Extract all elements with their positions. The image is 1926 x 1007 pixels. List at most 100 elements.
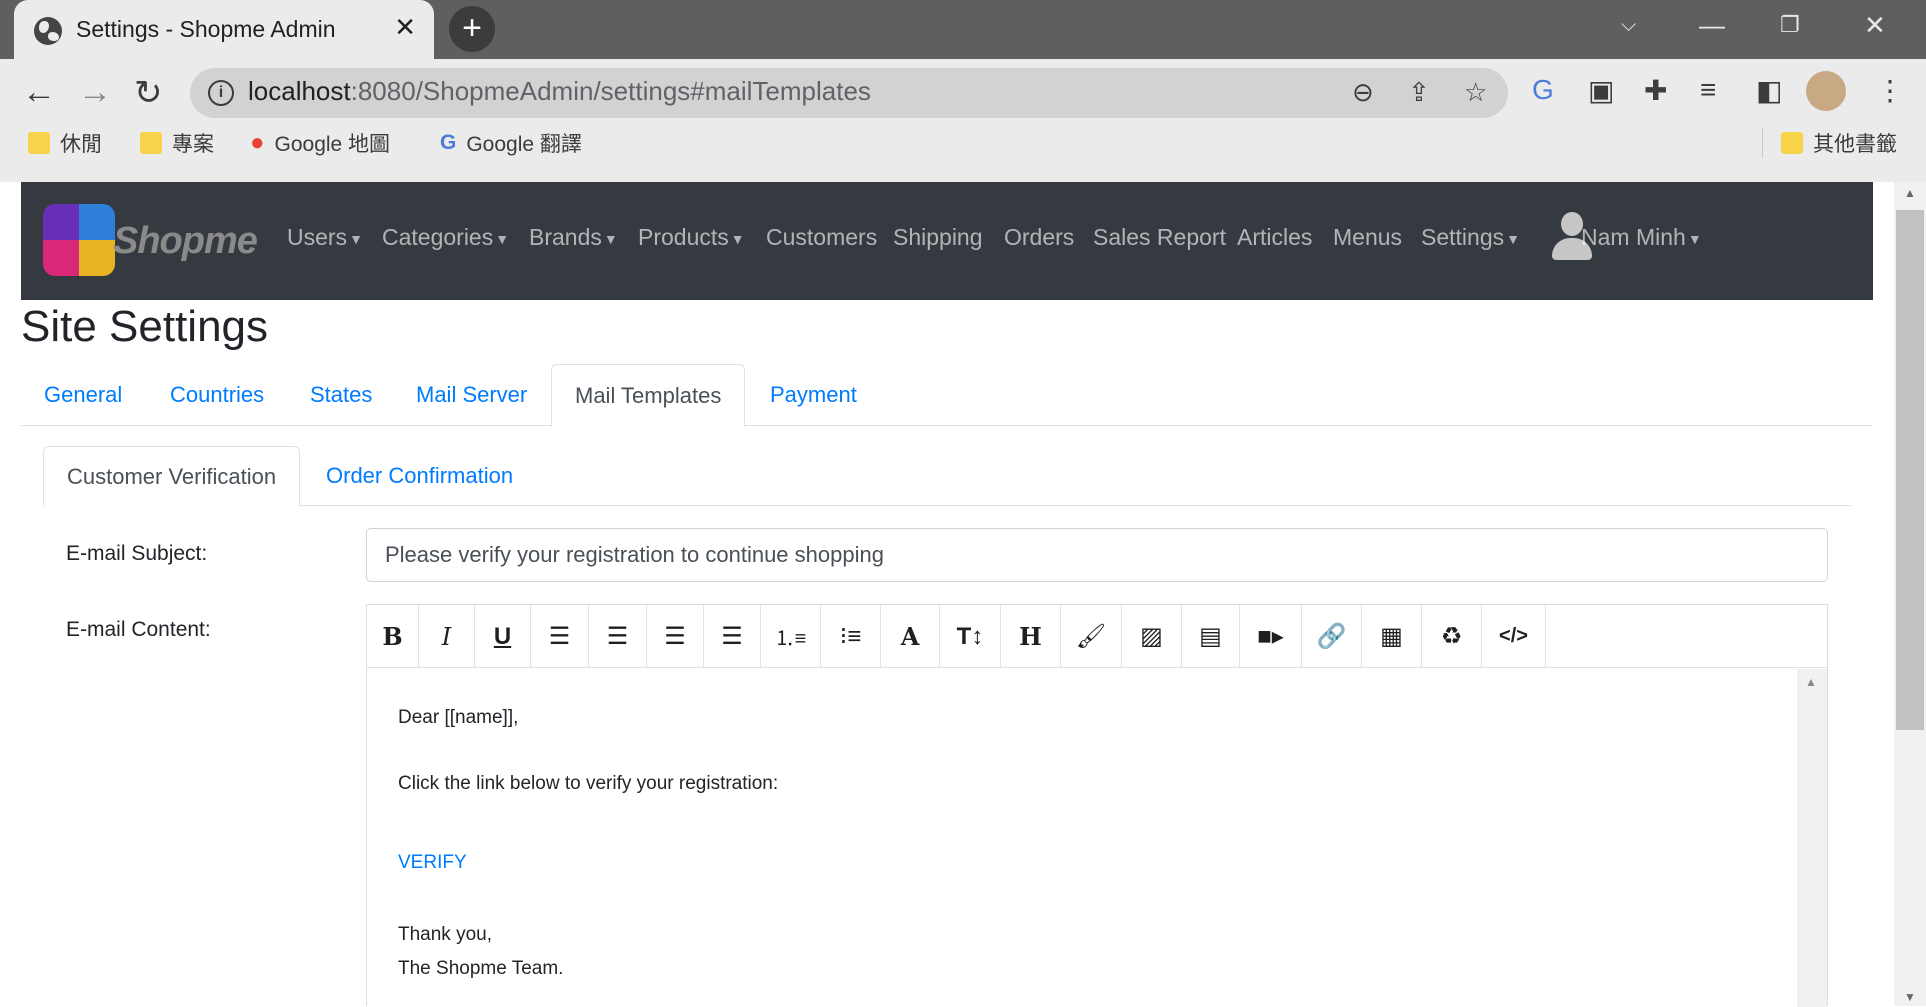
reload-icon[interactable]: ↻ bbox=[134, 73, 163, 113]
nav-menus[interactable]: Menus bbox=[1333, 224, 1402, 251]
bookmark-label: 其他書籤 bbox=[1813, 133, 1897, 156]
code-icon[interactable]: </> bbox=[1482, 605, 1546, 668]
minimize-icon[interactable]: — bbox=[1699, 10, 1725, 41]
nav-orders[interactable]: Orders bbox=[1004, 224, 1074, 251]
nav-sales-report[interactable]: Sales Report bbox=[1093, 224, 1226, 251]
video-icon[interactable]: ■▸ bbox=[1240, 605, 1302, 668]
file-icon[interactable]: ▤ bbox=[1182, 605, 1240, 668]
email-greeting: Dear [[name]], bbox=[398, 707, 519, 728]
tab-mail-templates[interactable]: Mail Templates bbox=[551, 364, 746, 427]
tab-search-icon[interactable]: ⌵ bbox=[1621, 14, 1636, 37]
nav-user-menu[interactable]: Nam Minh ▼ bbox=[1581, 224, 1702, 251]
bookmark-google-translate[interactable]: G Google 翻譯 bbox=[440, 128, 582, 158]
reading-list-icon[interactable]: ≡ bbox=[1700, 74, 1716, 106]
scroll-up-icon[interactable]: ▲ bbox=[1805, 675, 1817, 689]
verify-link[interactable]: VERIFY bbox=[398, 852, 467, 874]
back-icon[interactable]: ← bbox=[22, 73, 56, 112]
align-right-icon[interactable]: ☰ bbox=[647, 605, 704, 668]
italic-icon[interactable]: I bbox=[419, 605, 475, 668]
justify-icon[interactable]: ☰ bbox=[704, 605, 761, 668]
underline-icon[interactable]: U bbox=[475, 605, 531, 668]
new-tab-button[interactable]: + bbox=[449, 6, 495, 52]
translate-icon: G bbox=[440, 131, 457, 154]
unordered-list-icon[interactable]: ⁝≡ bbox=[821, 605, 881, 668]
align-center-icon[interactable]: ☰ bbox=[589, 605, 647, 668]
shopme-logo-icon[interactable] bbox=[43, 204, 115, 276]
email-signature: The Shopme Team. bbox=[398, 958, 564, 979]
heading-icon[interactable]: H bbox=[1001, 605, 1061, 668]
scrollbar-thumb[interactable] bbox=[1896, 210, 1924, 730]
line-extension-icon[interactable]: ▣ bbox=[1588, 74, 1614, 107]
bookmark-label: 休閒 bbox=[60, 133, 102, 156]
scroll-down-icon[interactable]: ▼ bbox=[1904, 990, 1916, 1004]
text-height-icon[interactable]: T↕ bbox=[940, 605, 1001, 668]
bookmark-label: Google 翻譯 bbox=[466, 133, 582, 156]
nav-categories[interactable]: Categories ▼ bbox=[382, 224, 509, 251]
bookmark-label: Google 地圖 bbox=[274, 133, 391, 156]
scroll-up-icon[interactable]: ▲ bbox=[1904, 186, 1916, 200]
editor-content[interactable]: Dear [[name]], Click the link below to v… bbox=[367, 669, 1827, 1007]
menu-dots-icon[interactable]: ⋮ bbox=[1876, 74, 1904, 107]
google-translate-icon[interactable]: G bbox=[1532, 74, 1554, 106]
extensions-puzzle-icon[interactable]: ✚ bbox=[1644, 74, 1667, 107]
forward-icon[interactable]: → bbox=[78, 73, 112, 112]
rich-text-editor: B I U ☰ ☰ ☰ ☰ ⒈≡ ⁝≡ A T↕ H 🖌 ▨ ▤ ■▸ 🔗 ▦ … bbox=[366, 604, 1828, 1007]
side-panel-icon[interactable]: ◧ bbox=[1756, 74, 1782, 107]
font-icon[interactable]: A bbox=[881, 605, 940, 668]
nav-articles[interactable]: Articles bbox=[1237, 224, 1312, 251]
tab-general[interactable]: General bbox=[21, 364, 145, 426]
link-icon[interactable]: 🔗 bbox=[1302, 605, 1362, 668]
tab-states[interactable]: States bbox=[287, 364, 395, 426]
nav-shipping[interactable]: Shipping bbox=[893, 224, 983, 251]
mail-template-tabs: Customer Verification Order Confirmation bbox=[43, 446, 1851, 507]
editor-scrollbar[interactable]: ▲ bbox=[1797, 669, 1827, 1007]
email-content-label: E-mail Content: bbox=[66, 618, 211, 641]
tab-customer-verification[interactable]: Customer Verification bbox=[43, 446, 301, 507]
editor-toolbar: B I U ☰ ☰ ☰ ☰ ⒈≡ ⁝≡ A T↕ H 🖌 ▨ ▤ ■▸ 🔗 ▦ … bbox=[367, 605, 1827, 668]
info-icon[interactable]: i bbox=[208, 80, 234, 106]
address-bar[interactable]: i localhost:8080/ShopmeAdmin/settings#ma… bbox=[190, 68, 1508, 118]
browser-tabstrip: Settings - Shopme Admin ✕ + ⌵ — ❐ ✕ bbox=[0, 0, 1926, 59]
email-thanks: Thank you, bbox=[398, 924, 492, 945]
bookmark-label: 專案 bbox=[172, 133, 214, 156]
email-subject-input[interactable]: Please verify your registration to conti… bbox=[366, 528, 1828, 582]
close-tab-icon[interactable]: ✕ bbox=[394, 12, 416, 43]
email-subject-label: E-mail Subject: bbox=[66, 542, 208, 565]
map-pin-icon: ● bbox=[250, 129, 265, 156]
nav-brands[interactable]: Brands ▼ bbox=[529, 224, 618, 251]
close-window-icon[interactable]: ✕ bbox=[1864, 10, 1886, 41]
brand-text[interactable]: Shopme bbox=[113, 220, 258, 263]
star-icon[interactable]: ☆ bbox=[1464, 77, 1487, 108]
bookmark-leisure[interactable]: 休閒 bbox=[28, 128, 102, 158]
table-icon[interactable]: ▦ bbox=[1362, 605, 1422, 668]
nav-users[interactable]: Users ▼ bbox=[287, 224, 363, 251]
browser-toolbar: ← → ↻ i localhost:8080/ShopmeAdmin/setti… bbox=[0, 59, 1926, 182]
email-instruction: Click the link below to verify your regi… bbox=[398, 773, 779, 794]
url-text[interactable]: localhost:8080/ShopmeAdmin/settings#mail… bbox=[248, 76, 871, 107]
paint-brush-icon[interactable]: 🖌 bbox=[1061, 605, 1122, 668]
image-icon[interactable]: ▨ bbox=[1122, 605, 1182, 668]
nav-customers[interactable]: Customers bbox=[766, 224, 877, 251]
page-scrollbar[interactable]: ▲ ▼ bbox=[1894, 182, 1926, 1006]
browser-tab[interactable]: Settings - Shopme Admin ✕ bbox=[14, 0, 434, 59]
folder-icon bbox=[1781, 132, 1803, 154]
bookmark-other[interactable]: 其他書籤 bbox=[1762, 128, 1897, 158]
profile-avatar[interactable] bbox=[1806, 71, 1846, 111]
zoom-out-icon[interactable]: ⊖ bbox=[1352, 77, 1374, 108]
page-content: Shopme Users ▼ Categories ▼ Brands ▼ Produc… bbox=[0, 182, 1926, 1007]
restore-icon[interactable]: ❐ bbox=[1780, 12, 1800, 38]
bookmark-projects[interactable]: 專案 bbox=[140, 128, 214, 158]
recycle-icon[interactable]: ♻ bbox=[1422, 605, 1482, 668]
settings-tabs: General Countries States Mail Server Mai… bbox=[21, 364, 1873, 427]
bold-icon[interactable]: B bbox=[367, 605, 419, 668]
tab-countries[interactable]: Countries bbox=[147, 364, 287, 426]
nav-settings[interactable]: Settings ▼ bbox=[1421, 224, 1520, 251]
bookmark-google-maps[interactable]: ● Google 地圖 bbox=[250, 128, 390, 158]
tab-payment[interactable]: Payment bbox=[747, 364, 880, 426]
align-left-icon[interactable]: ☰ bbox=[531, 605, 589, 668]
share-icon[interactable]: ⇪ bbox=[1408, 77, 1430, 108]
tab-order-confirmation[interactable]: Order Confirmation bbox=[303, 446, 536, 506]
ordered-list-icon[interactable]: ⒈≡ bbox=[761, 605, 821, 668]
tab-mail-server[interactable]: Mail Server bbox=[393, 364, 550, 426]
nav-products[interactable]: Products ▼ bbox=[638, 224, 745, 251]
